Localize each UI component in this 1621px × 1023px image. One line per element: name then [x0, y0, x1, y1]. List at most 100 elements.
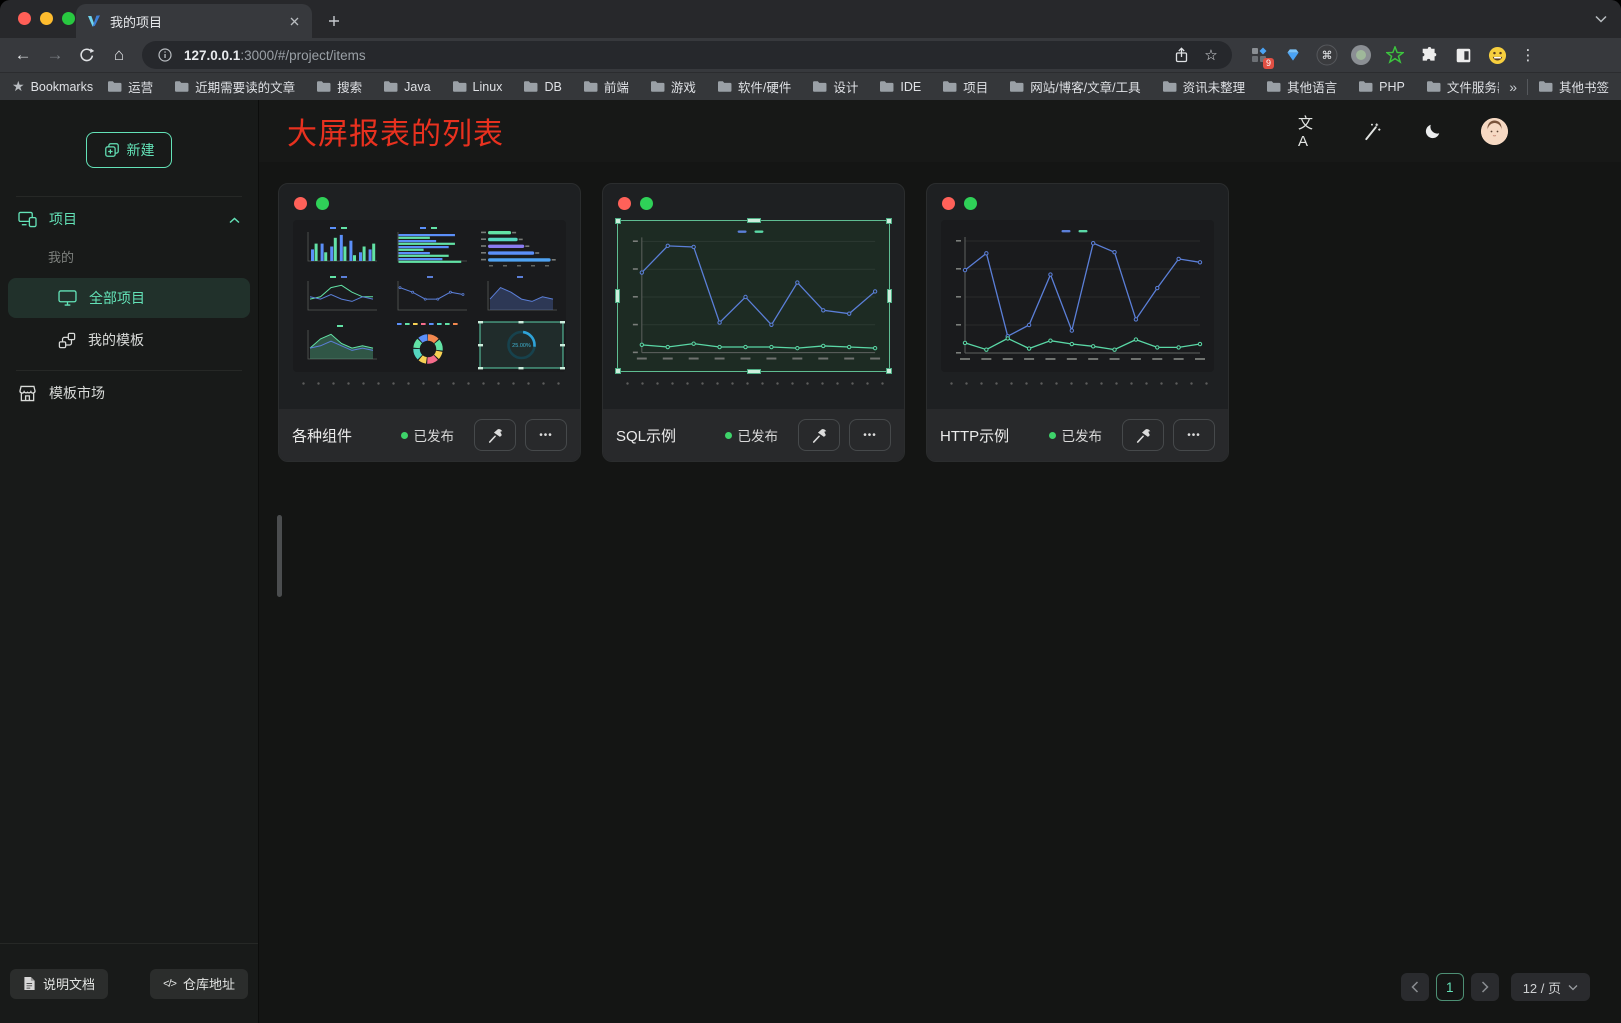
- bookmark-folder[interactable]: Linux: [452, 80, 503, 94]
- hammer-icon: [487, 427, 504, 444]
- edit-button[interactable]: [798, 419, 840, 451]
- folder-icon: [316, 80, 331, 93]
- bookmark-folder[interactable]: PHP: [1358, 80, 1405, 94]
- extension-camera-icon[interactable]: [1348, 42, 1374, 68]
- current-page[interactable]: 1: [1436, 973, 1464, 1001]
- selection-handle[interactable]: [615, 289, 620, 303]
- bookmarks-overflow-chevron[interactable]: »: [1509, 79, 1517, 95]
- bookmark-folder[interactable]: 文件服务器: [1426, 77, 1499, 96]
- tab-close-icon[interactable]: [286, 13, 302, 29]
- project-thumbnail[interactable]: [941, 220, 1214, 372]
- zoom-window-button[interactable]: [62, 12, 75, 25]
- extension-gem-icon[interactable]: [1280, 42, 1306, 68]
- magic-wand-button[interactable]: [1359, 119, 1383, 143]
- status-badge: 已发布: [401, 425, 455, 445]
- more-button[interactable]: •••: [849, 419, 891, 451]
- bookmark-folder[interactable]: 其他语言: [1266, 77, 1337, 96]
- project-card[interactable]: SQL示例 已发布 •••: [602, 183, 905, 462]
- project-card[interactable]: 25.00% 各种组件 已发布 •••: [278, 183, 581, 462]
- browser-tab[interactable]: 我的项目: [76, 4, 312, 38]
- minimize-window-button[interactable]: [40, 12, 53, 25]
- extensions-area: 9 ⌘ ⋮: [1246, 42, 1538, 68]
- language-toggle-button[interactable]: 文A: [1298, 119, 1322, 143]
- extension-emoji-icon[interactable]: [1484, 42, 1510, 68]
- share-icon[interactable]: [1170, 44, 1192, 66]
- bookmark-folder[interactable]: IDE: [879, 80, 921, 94]
- bookmark-folder[interactable]: DB: [523, 80, 561, 94]
- browser-menu-icon[interactable]: ⋮: [1518, 46, 1538, 64]
- selection-handle[interactable]: [615, 218, 621, 224]
- edit-button[interactable]: [474, 419, 516, 451]
- new-project-button[interactable]: 新建: [86, 132, 172, 168]
- bookmark-folder[interactable]: 设计: [812, 77, 858, 96]
- repo-button[interactable]: </> 仓库地址: [150, 969, 248, 999]
- folder-icon: [107, 80, 122, 93]
- bookmark-folder[interactable]: 搜索: [316, 77, 362, 96]
- browser-window: 我的项目 ← → ⌂ 127.0.0.1:3000/#/project/item…: [0, 0, 1621, 1023]
- prev-page-button[interactable]: [1401, 973, 1429, 1001]
- user-avatar[interactable]: [1481, 118, 1508, 145]
- bookmark-folder[interactable]: 项目: [942, 77, 988, 96]
- dark-mode-moon-icon[interactable]: [1420, 119, 1444, 143]
- next-page-button[interactable]: [1471, 973, 1499, 1001]
- bookmarks-root[interactable]: Bookmarks: [31, 80, 94, 94]
- edit-button[interactable]: [1122, 419, 1164, 451]
- reload-button[interactable]: [74, 42, 100, 68]
- project-thumbnail[interactable]: [617, 220, 890, 372]
- page-size-select[interactable]: 12 / 页: [1511, 973, 1590, 1001]
- window-controls[interactable]: [18, 12, 75, 25]
- extensions-puzzle-icon[interactable]: [1416, 42, 1442, 68]
- project-thumbnail[interactable]: 25.00%: [293, 220, 566, 372]
- extension-square-icon[interactable]: [1450, 42, 1476, 68]
- extension-grid-icon[interactable]: 9: [1246, 42, 1272, 68]
- bookmark-folder[interactable]: 前端: [583, 77, 629, 96]
- folder-icon: [942, 80, 957, 93]
- project-card[interactable]: HTTP示例 已发布 •••: [926, 183, 1229, 462]
- more-dots-icon: •••: [863, 430, 877, 441]
- extension-command-icon[interactable]: ⌘: [1314, 42, 1340, 68]
- card-green-dot: [640, 197, 653, 210]
- home-button[interactable]: ⌂: [106, 42, 132, 68]
- bookmark-folder[interactable]: Java: [383, 80, 430, 94]
- bookmark-star-icon[interactable]: ☆: [1200, 44, 1222, 66]
- bookmark-folder[interactable]: 近期需要读的文章: [174, 77, 295, 96]
- sidebar-item-all-projects[interactable]: 全部项目: [8, 278, 250, 318]
- other-bookmarks[interactable]: 其他书签: [1538, 77, 1609, 96]
- dotted-separator: [296, 382, 563, 385]
- sidebar-item-template-market[interactable]: 模板市场: [0, 371, 258, 415]
- url-path: :3000/#/project/items: [240, 48, 365, 63]
- more-button[interactable]: •••: [525, 419, 567, 451]
- back-button[interactable]: ←: [10, 42, 36, 68]
- site-info-icon[interactable]: [154, 44, 176, 66]
- folder-icon: [650, 80, 665, 93]
- chevron-up-icon[interactable]: [229, 211, 240, 227]
- bookmark-folder[interactable]: 资讯未整理: [1162, 77, 1246, 96]
- sidebar-section-project[interactable]: 项目: [0, 197, 258, 241]
- close-window-button[interactable]: [18, 12, 31, 25]
- bookmark-folder[interactable]: 软件/硬件: [717, 77, 791, 96]
- bookmark-folder[interactable]: 游戏: [650, 77, 696, 96]
- selection-handle[interactable]: [887, 289, 892, 303]
- sidebar: 新建 项目 我的 全部项目: [0, 100, 259, 1023]
- scrollbar-thumb[interactable]: [277, 515, 282, 597]
- folder-icon: [812, 80, 827, 93]
- address-bar[interactable]: 127.0.0.1:3000/#/project/items ☆: [142, 41, 1232, 69]
- bookmark-folder[interactable]: 网站/博客/文章/工具: [1009, 77, 1140, 96]
- extension-star-icon[interactable]: [1382, 42, 1408, 68]
- card-footer: HTTP示例 已发布 •••: [927, 409, 1228, 461]
- tab-search-chevron-icon[interactable]: [1595, 10, 1607, 28]
- more-button[interactable]: •••: [1173, 419, 1215, 451]
- selection-handle[interactable]: [886, 368, 892, 374]
- selection-handle[interactable]: [615, 368, 621, 374]
- selection-handle[interactable]: [747, 369, 761, 374]
- selection-handle[interactable]: [886, 218, 892, 224]
- new-tab-button[interactable]: [320, 7, 348, 35]
- selection-handle[interactable]: [747, 218, 761, 223]
- folder-icon: [383, 80, 398, 93]
- forward-button[interactable]: →: [42, 42, 68, 68]
- docs-button[interactable]: 说明文档: [10, 969, 108, 999]
- bookmark-folder[interactable]: 运营: [107, 77, 153, 96]
- folder-icon: [452, 80, 467, 93]
- url-text[interactable]: 127.0.0.1:3000/#/project/items: [184, 48, 1162, 63]
- sidebar-item-my-templates[interactable]: 我的模板: [8, 320, 250, 360]
